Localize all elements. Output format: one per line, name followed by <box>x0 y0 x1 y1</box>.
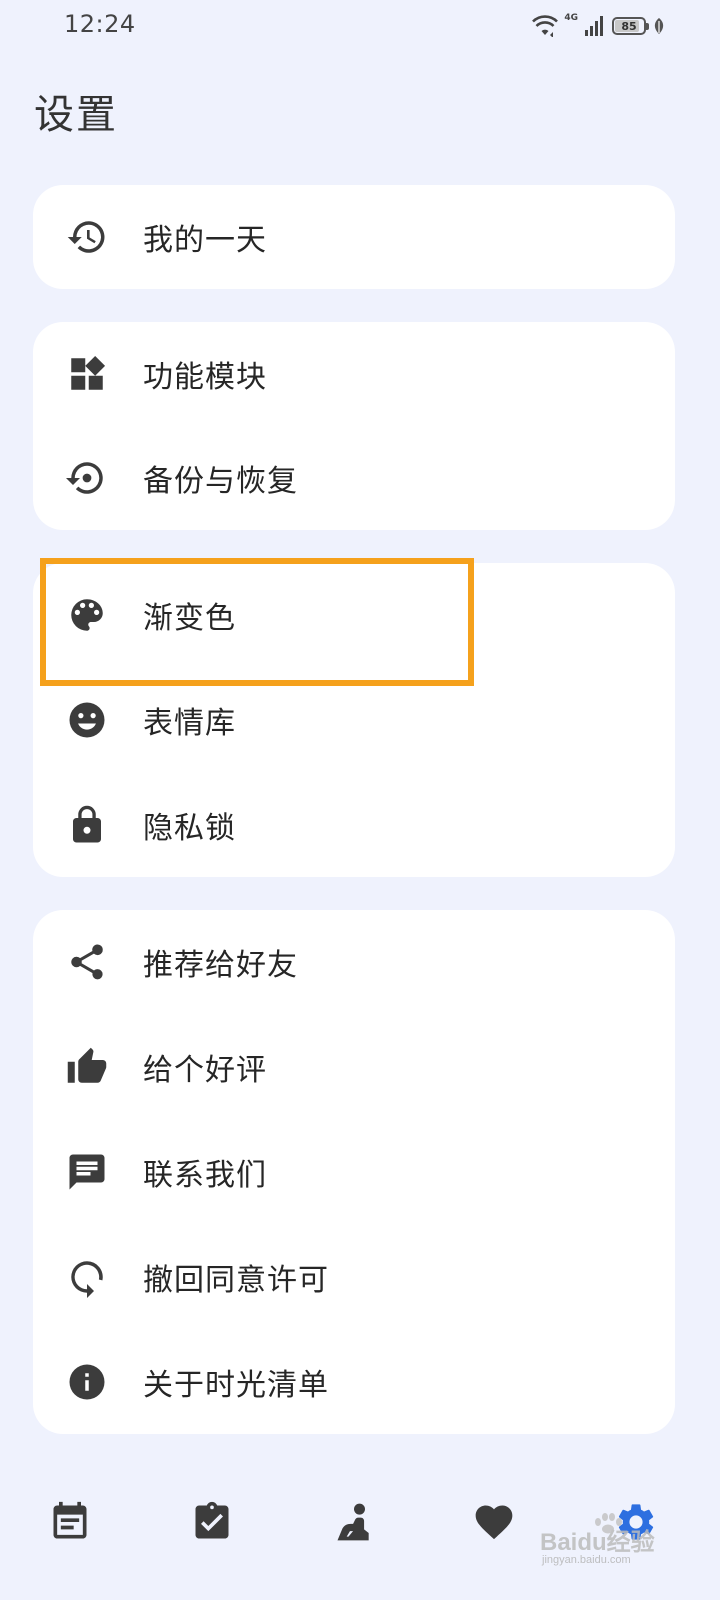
battery-percentage: 85 <box>621 19 637 33</box>
network-type-label: 4G <box>564 13 578 23</box>
status-time: 12:24 <box>64 10 136 38</box>
menu-item-give-rating[interactable]: 给个好评 <box>33 1015 675 1119</box>
menu-item-privacy-lock[interactable]: 隐私锁 <box>33 773 675 877</box>
nav-tab-calendar[interactable] <box>46 1498 94 1546</box>
settings-group-3: 渐变色 表情库 隐私锁 <box>33 563 675 877</box>
menu-item-label: 备份与恢复 <box>143 464 298 499</box>
revoke-icon <box>66 1256 108 1298</box>
baidu-watermark: Baidu经验 jingyan.baidu.com <box>540 1512 690 1572</box>
nav-tab-focus[interactable] <box>330 1498 378 1546</box>
nav-tab-tasks[interactable] <box>188 1498 236 1546</box>
lock-icon <box>66 804 108 846</box>
menu-item-recommend-to-friends[interactable]: 推荐给好友 <box>33 910 675 1014</box>
menu-item-feature-modules[interactable]: 功能模块 <box>33 322 675 426</box>
menu-item-emoji-library[interactable]: 表情库 <box>33 668 675 772</box>
wifi-icon <box>532 15 559 37</box>
widgets-icon <box>66 353 108 395</box>
emoji-icon <box>66 699 108 741</box>
menu-item-my-day[interactable]: 我的一天 <box>33 185 675 289</box>
menu-item-contact-us[interactable]: 联系我们 <box>33 1120 675 1224</box>
battery-icon: 85 <box>612 17 649 35</box>
menu-item-label: 撤回同意许可 <box>143 1263 329 1298</box>
message-icon <box>66 1151 108 1193</box>
settings-group-4: 推荐给好友 给个好评 联系我们 撤回同意许可 关于时光清单 <box>33 910 675 1434</box>
restore-icon <box>66 457 108 499</box>
menu-item-label: 推荐给好友 <box>143 948 298 983</box>
settings-group-2: 功能模块 备份与恢复 <box>33 322 675 530</box>
calendar-list-icon <box>53 1501 87 1539</box>
history-icon <box>66 216 108 258</box>
palette-icon <box>66 594 108 636</box>
menu-item-label: 给个好评 <box>143 1053 267 1088</box>
info-icon <box>66 1361 108 1403</box>
menu-item-label: 我的一天 <box>143 223 267 258</box>
settings-group-1: 我的一天 <box>33 185 675 289</box>
menu-item-about[interactable]: 关于时光清单 <box>33 1330 675 1434</box>
page-title: 设置 <box>34 92 118 138</box>
status-icons: 4G 85 <box>532 12 666 40</box>
menu-item-backup-restore[interactable]: 备份与恢复 <box>33 426 675 530</box>
status-bar: 12:24 4G 85 <box>0 0 720 56</box>
menu-item-revoke-consent[interactable]: 撤回同意许可 <box>33 1225 675 1329</box>
share-icon <box>66 941 108 983</box>
reading-person-icon <box>337 1503 371 1541</box>
leaf-icon <box>654 18 664 34</box>
heart-icon <box>475 1505 513 1540</box>
thumb-up-icon <box>66 1046 108 1088</box>
menu-item-gradient-color[interactable]: 渐变色 <box>33 563 675 667</box>
menu-item-label: 表情库 <box>143 706 236 741</box>
menu-item-label: 功能模块 <box>143 360 267 395</box>
clipboard-check-icon <box>195 1501 229 1539</box>
menu-item-label: 渐变色 <box>143 601 236 636</box>
watermark-text: Baidu经验 <box>540 1529 655 1556</box>
menu-item-label: 隐私锁 <box>143 811 236 846</box>
signal-icon <box>585 16 603 36</box>
nav-tab-favorites[interactable] <box>470 1498 518 1546</box>
menu-item-label: 关于时光清单 <box>143 1368 329 1403</box>
watermark-subtext: jingyan.baidu.com <box>542 1554 631 1566</box>
menu-item-label: 联系我们 <box>143 1158 267 1193</box>
